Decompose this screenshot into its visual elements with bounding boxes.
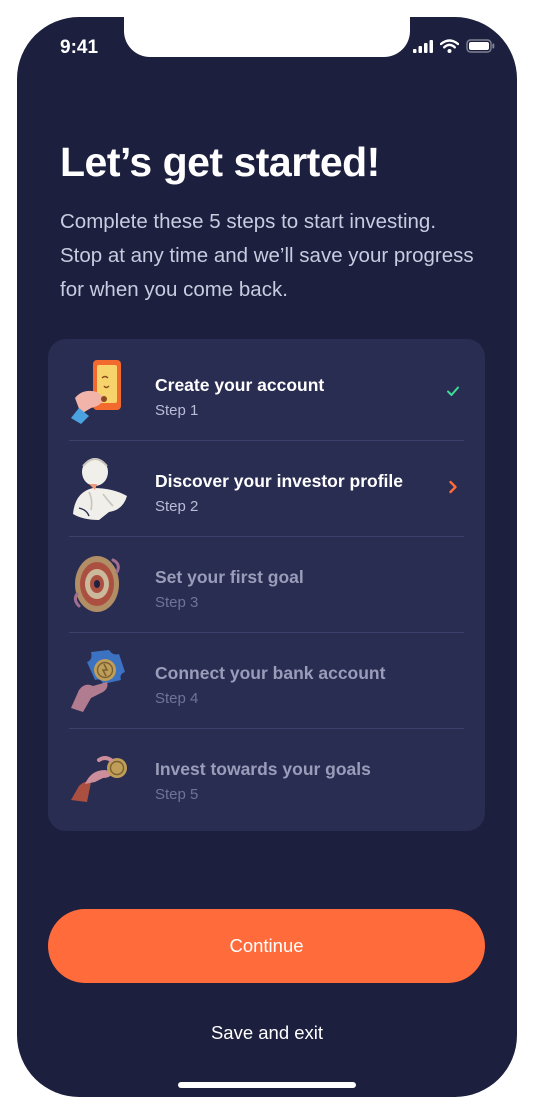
page-subtitle: Complete these 5 steps to start investin… [60,210,474,301]
step-subtitle: Step 5 [155,786,199,803]
home-indicator [178,1082,356,1088]
wifi-icon [440,39,459,53]
save-and-exit-link[interactable]: Save and exit [17,1022,517,1044]
target-icon [73,556,120,612]
steps-card: Create your account Step 1 Discover your… [48,339,485,831]
step-subtitle: Step 3 [155,594,199,611]
puzzle-coin-hand-icon [71,650,125,712]
coin-in-hand-icon [71,756,127,802]
status-icons [413,39,495,53]
cellular-signal-icon [413,39,433,53]
step-connect-bank[interactable]: Connect your bank account Step 4 [69,632,464,729]
step-title: Create your account [155,375,325,395]
chevron-right-icon [449,480,457,494]
phone-screen: 9:41 Let’s get started! Complete these 5… [17,17,517,1097]
step-subtitle: Step 4 [155,690,199,707]
step-subtitle: Step 2 [155,498,199,515]
phone-in-hand-icon [71,360,121,424]
step-invest-goals[interactable]: Invest towards your goals Step 5 [69,728,464,824]
step-first-goal[interactable]: Set your first goal Step 3 [69,536,464,633]
step-create-account[interactable]: Create your account Step 1 [69,344,464,441]
status-time: 9:41 [60,37,99,58]
device-notch [124,17,410,57]
step-subtitle: Step 1 [155,402,199,419]
step-investor-profile[interactable]: Discover your investor profile Step 2 [69,440,464,537]
step-title: Invest towards your goals [155,759,371,779]
continue-button[interactable]: Continue [48,909,485,983]
step-title: Set your first goal [155,567,304,587]
step-title: Discover your investor profile [155,471,403,491]
battery-icon [466,39,495,53]
page-title: Let’s get started! [60,139,380,185]
statue-bust-icon [73,458,127,520]
checkmark-icon [447,386,459,396]
step-title: Connect your bank account [155,663,386,683]
